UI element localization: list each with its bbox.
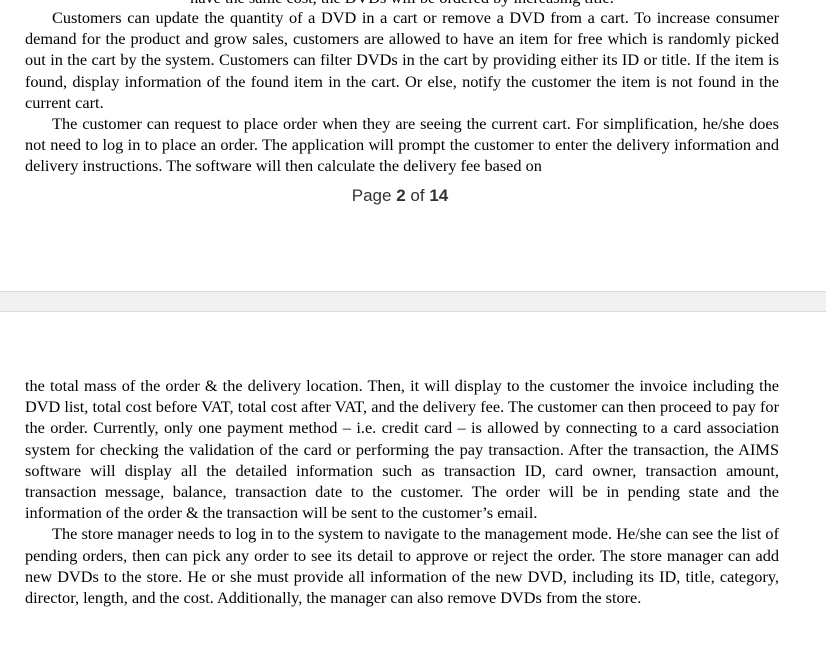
page-3-body: the total mass of the order & the delive…: [25, 375, 779, 608]
page-2-body: Customers can update the quantity of a D…: [25, 7, 779, 177]
paragraph-cart-management: Customers can update the quantity of a D…: [25, 8, 779, 112]
current-page-number: 2: [396, 186, 406, 205]
page-word: Page: [351, 186, 392, 205]
page-separator: [0, 291, 826, 312]
paragraph-place-order: The customer can request to place order …: [25, 114, 779, 176]
of-word: of: [410, 186, 425, 205]
page-number-footer: Page 2 of 14: [0, 186, 800, 206]
document-page-2: have the same cost, the DVDs will be ord…: [0, 0, 826, 291]
paragraph-invoice-payment: the total mass of the order & the delive…: [25, 376, 779, 523]
document-page-3: the total mass of the order & the delive…: [0, 312, 826, 659]
total-page-count: 14: [429, 186, 449, 205]
paragraph-store-manager: The store manager needs to log in to the…: [25, 524, 779, 608]
